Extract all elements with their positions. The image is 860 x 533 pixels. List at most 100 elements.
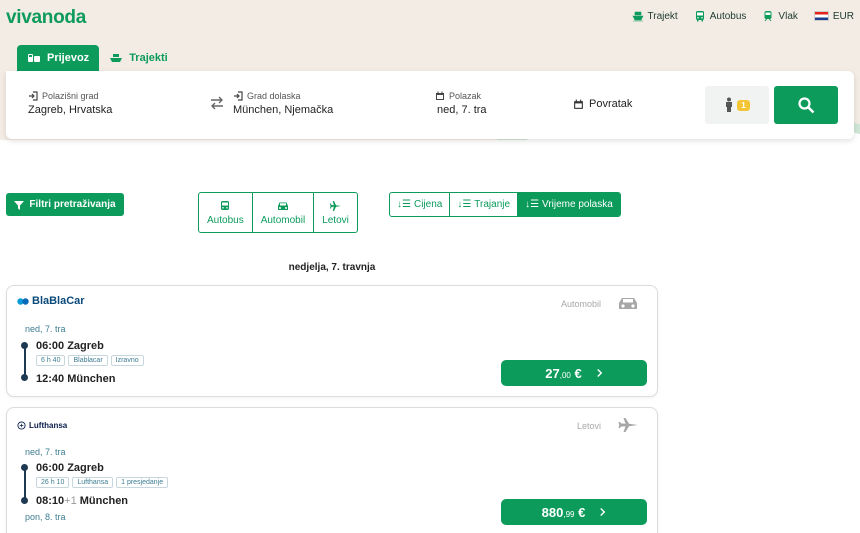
search-filters-button[interactable]: Filtri pretraživanja — [6, 193, 124, 216]
nav-bus-label: Autobus — [709, 10, 747, 22]
sign-in-icon — [29, 91, 38, 101]
sort-price[interactable]: ↓☰ Cijena — [390, 193, 451, 216]
sort-departure[interactable]: ↓☰ Vrijeme polaska — [518, 193, 620, 216]
tab-ferries[interactable]: Trajekti — [99, 45, 178, 71]
search-icon — [798, 97, 815, 114]
top-navigation: Trajekt Autobus Vlak EUR — [632, 10, 854, 22]
departure-stop: 06:00 Zagreb — [36, 340, 104, 352]
transport-icon — [28, 54, 40, 62]
sign-in-icon — [234, 91, 243, 101]
transport-type-label: Automobil — [560, 299, 601, 309]
bus-icon — [221, 200, 230, 210]
nav-train[interactable]: Vlak — [762, 10, 798, 22]
to-label: Grad dolaska — [247, 91, 301, 101]
result-card[interactable]: Lufthansa Letovi ned, 7. tra 06:00 Zagre… — [6, 407, 658, 533]
return-label: Povratak — [589, 98, 633, 110]
lufthansa-logo-icon — [17, 421, 26, 430]
from-label: Polazišni grad — [42, 91, 99, 101]
tab-ferries-label: Trajekti — [129, 52, 168, 64]
departure-stop: 06:00 Zagreb — [36, 462, 104, 474]
connection-tag: 1 presjedanje — [116, 477, 169, 488]
journey-timeline — [24, 467, 26, 501]
arrival-date: pon, 8. tra — [25, 512, 66, 522]
from-label-row: Polazišni grad — [28, 91, 112, 101]
operator-name: Lufthansa — [29, 421, 68, 430]
sort-departure-label: Vrijeme polaska — [542, 199, 613, 210]
price-cents: ,00 — [559, 370, 571, 380]
sort-icon: ↓☰ — [525, 199, 540, 210]
ferry-icon — [110, 54, 123, 62]
timeline-end-dot — [21, 374, 28, 381]
timeline-start-dot — [21, 342, 28, 349]
calendar-icon — [574, 99, 583, 109]
mode-car[interactable]: Automobil — [253, 193, 315, 232]
arrival-city: München — [79, 495, 129, 507]
arrival-stop: 08:10+1 München — [36, 495, 128, 507]
operator-tag: Lufthansa — [72, 477, 114, 488]
filter-icon — [14, 200, 25, 210]
car-icon — [619, 298, 637, 309]
currency-label: EUR — [832, 10, 854, 22]
sort-icon: ↓☰ — [397, 199, 411, 210]
tab-transport[interactable]: Prijevoz — [17, 45, 100, 71]
price-main: 27 — [545, 365, 560, 381]
price: 27,00 € — [545, 366, 581, 381]
from-field[interactable]: Polazišni grad Zagreb, Hrvatska — [28, 91, 112, 116]
car-icon — [277, 202, 288, 210]
logo[interactable]: vivanoda — [6, 7, 86, 29]
journey-tags: 6 h 40 Blablacar Izravno — [36, 355, 144, 366]
swap-icon[interactable] — [209, 95, 225, 111]
operator-tag: Blablacar — [68, 355, 108, 366]
timeline-start-dot — [21, 464, 28, 471]
blablacar-logo-icon — [17, 298, 29, 305]
from-value: Zagreb, Hrvatska — [28, 104, 113, 116]
timeline-end-dot — [21, 497, 28, 504]
day-offset: +1 — [64, 495, 77, 507]
train-icon — [764, 11, 772, 22]
search-button[interactable] — [774, 86, 838, 124]
depart-label-row: Polazak — [435, 91, 487, 101]
bus-icon — [695, 11, 704, 22]
depart-field[interactable]: Polazak ned, 7. tra — [435, 91, 487, 116]
sort-duration[interactable]: ↓☰ Trajanje — [450, 193, 519, 216]
sort-duration-label: Trajanje — [474, 199, 511, 210]
nav-currency[interactable]: EUR — [813, 10, 854, 22]
nav-train-label: Vlak — [778, 10, 798, 22]
duration-tag: 6 h 40 — [36, 355, 66, 366]
price-button[interactable]: 880,99 € — [501, 499, 647, 525]
tab-transport-label: Prijevoz — [47, 52, 90, 64]
depart-value: ned, 7. tra — [437, 104, 487, 116]
transport-type-label: Letovi — [576, 421, 601, 431]
croatia-flag-icon — [813, 11, 829, 21]
ferry-icon — [632, 11, 644, 22]
plane-icon — [329, 200, 341, 211]
price-button[interactable]: 27,00 € — [501, 360, 647, 386]
nav-ferry-label: Trajekt — [647, 10, 678, 22]
sort-price-label: Cijena — [413, 199, 443, 210]
result-card[interactable]: BlaBlaCar Automobil ned, 7. tra 06:00 Za… — [6, 285, 658, 397]
departure-date: ned, 7. tra — [25, 324, 66, 334]
price-cents: ,99 — [563, 509, 575, 519]
nav-ferry[interactable]: Trajekt — [632, 10, 678, 22]
to-field[interactable]: Grad dolaska München, Njemačka — [233, 91, 333, 116]
transport-mode-filter: Autobus Automobil Letovi — [198, 192, 358, 233]
price-currency: € — [578, 504, 586, 520]
chevron-right-icon — [600, 508, 606, 516]
mode-bus-label: Autobus — [207, 214, 244, 226]
to-label-row: Grad dolaska — [233, 91, 333, 101]
price: 880,99 € — [542, 505, 586, 520]
operator-logo: Lufthansa — [17, 421, 67, 430]
depart-label: Polazak — [449, 91, 482, 101]
return-field[interactable]: Povratak — [573, 98, 632, 110]
search-filters-label: Filtri pretraživanja — [29, 199, 116, 210]
operator-logo: BlaBlaCar — [17, 295, 85, 307]
results-date-heading: nedjelja, 7. travnja — [288, 262, 376, 273]
mode-bus[interactable]: Autobus — [199, 193, 253, 232]
plane-icon — [618, 418, 638, 432]
nav-bus[interactable]: Autobus — [694, 10, 747, 22]
operator-name: BlaBlaCar — [32, 295, 85, 307]
arrival-stop: 12:40 München — [36, 373, 116, 385]
to-value: München, Njemačka — [233, 104, 334, 116]
mode-flights[interactable]: Letovi — [314, 193, 357, 232]
passengers-selector[interactable]: 1 — [705, 86, 769, 124]
